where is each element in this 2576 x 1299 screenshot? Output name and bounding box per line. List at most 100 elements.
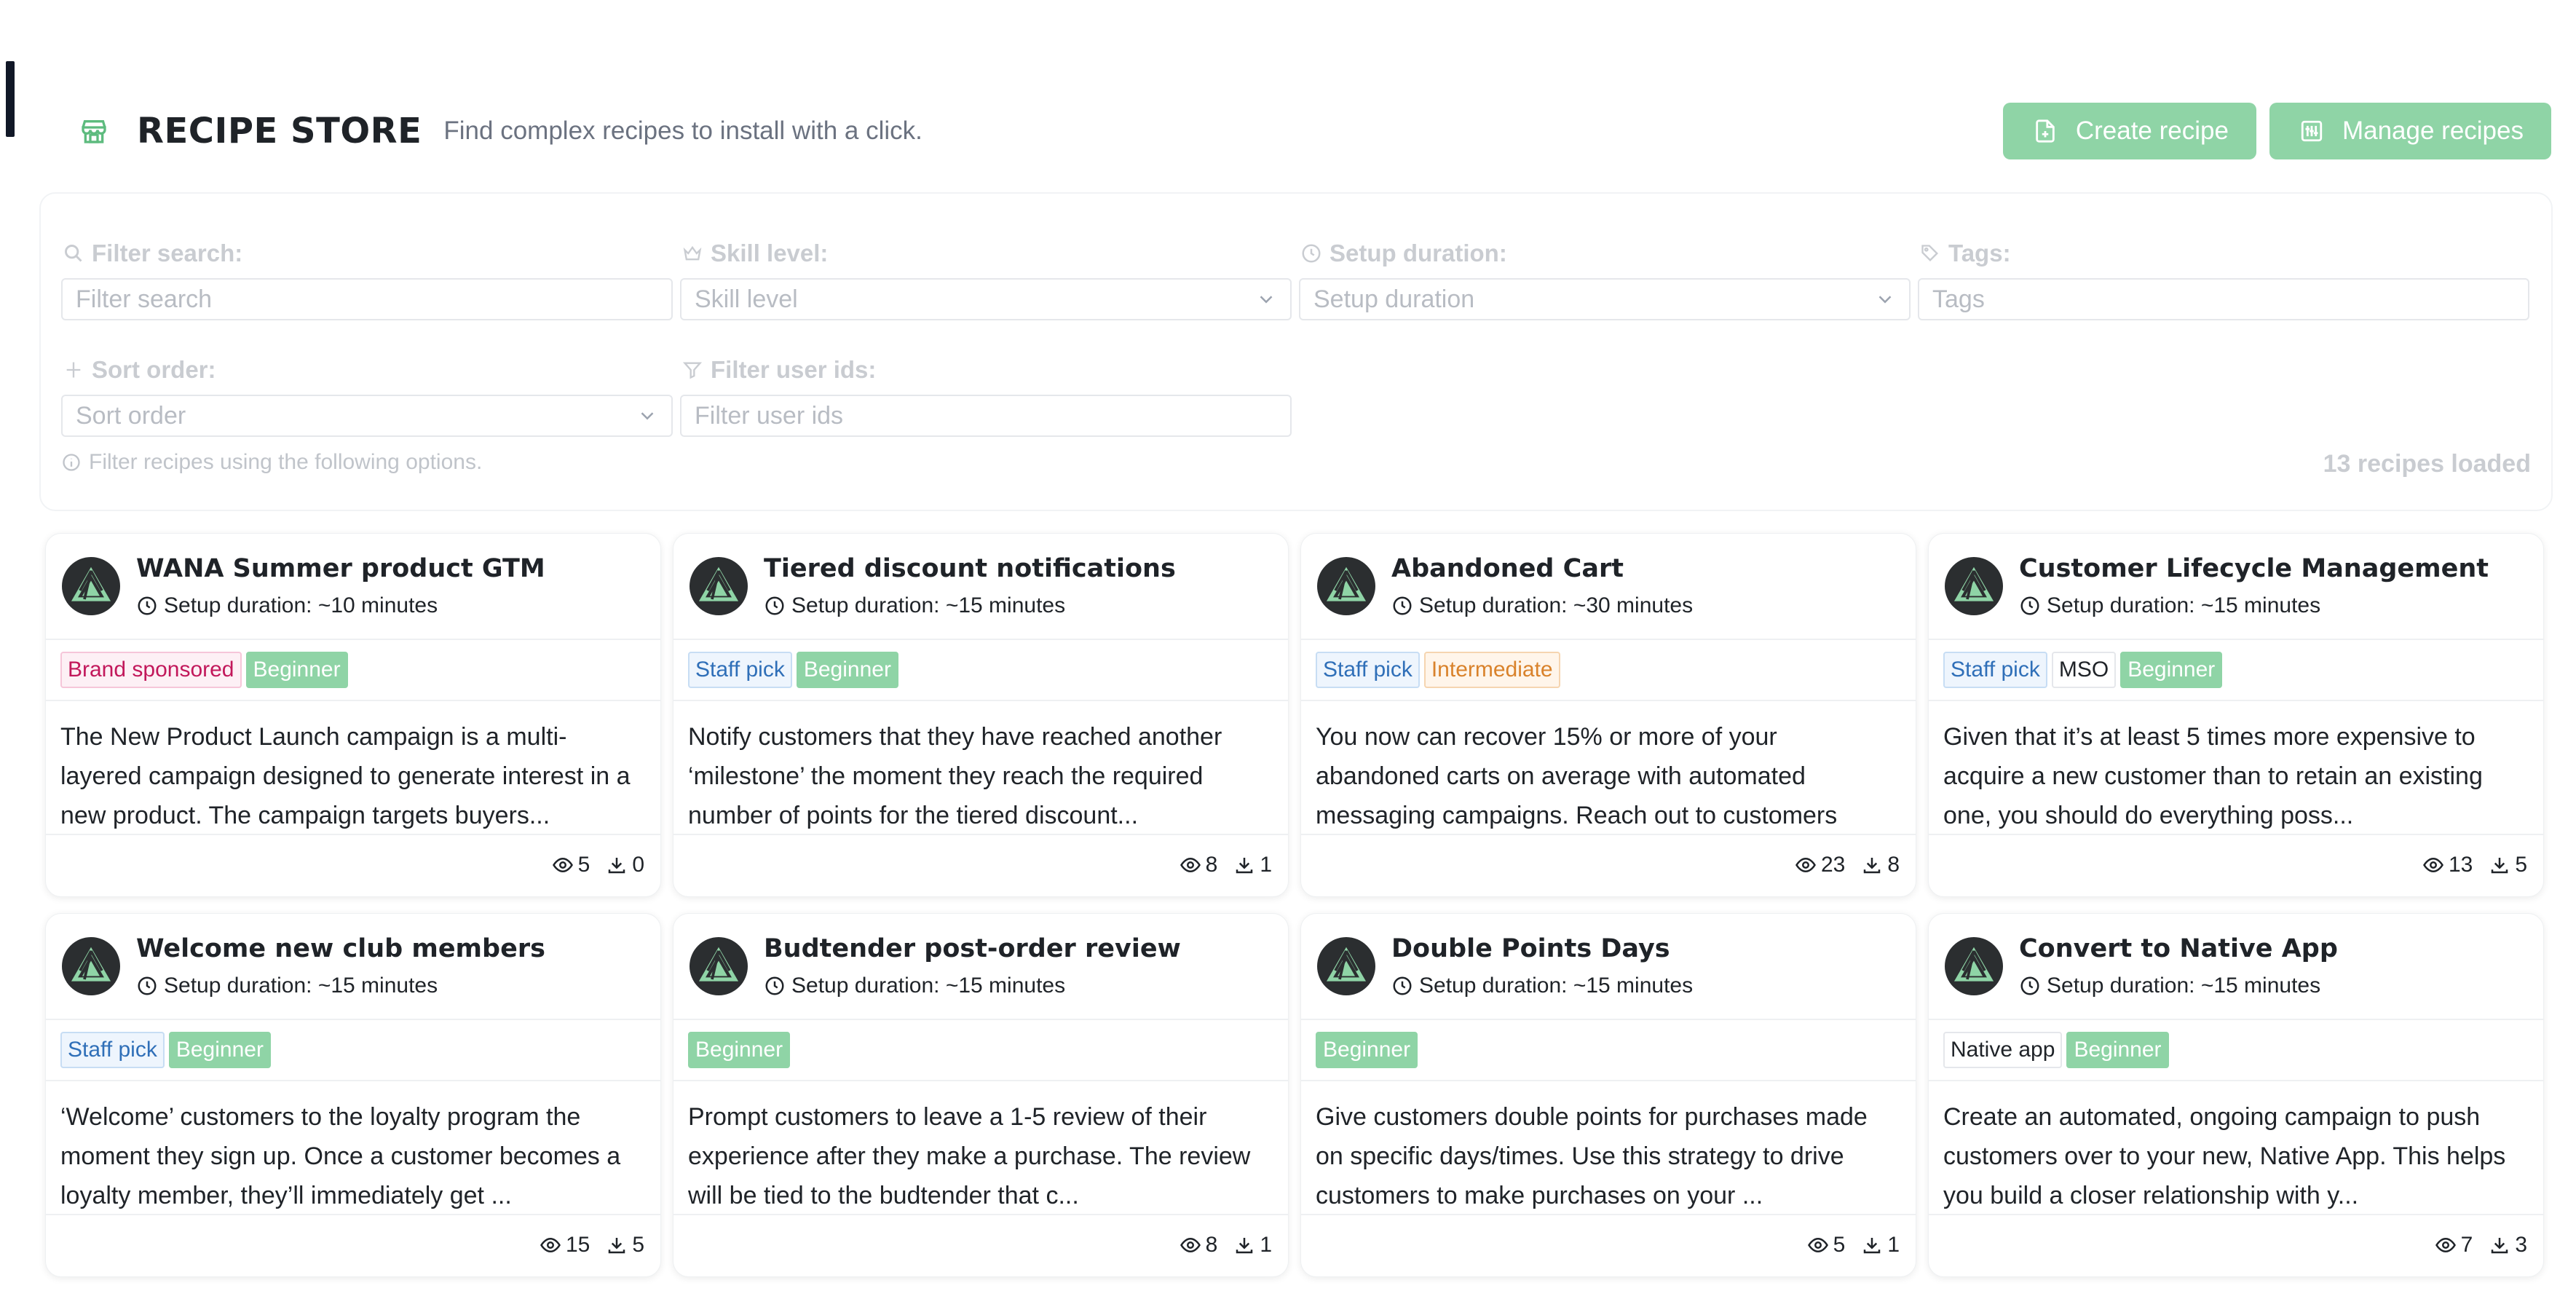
recipe-tags: Native app Beginner — [1929, 1020, 2543, 1081]
page-subtitle: Find complex recipes to install with a c… — [443, 117, 922, 145]
tag-badge: Beginner — [688, 1032, 791, 1068]
tag-badge: Staff pick — [688, 652, 792, 688]
installs-count: 5 — [606, 1233, 644, 1257]
recipe-tags: Staff pick Beginner — [673, 640, 1288, 701]
setup-duration: Setup duration: ~15 minutes — [136, 974, 545, 998]
recipe-tags: Staff pick Intermediate — [1301, 640, 1916, 701]
clock-icon — [764, 975, 786, 997]
tag-badge: Brand sponsored — [60, 652, 242, 688]
recipe-logo-icon — [62, 557, 120, 615]
recipe-card-header: WANA Summer product GTM Setup duration: … — [46, 534, 660, 640]
recipe-title: WANA Summer product GTM — [136, 554, 545, 583]
page-header: RECIPE STORE Find complex recipes to ins… — [76, 102, 2551, 160]
eye-icon — [1180, 854, 1201, 876]
tag-badge: MSO — [2051, 652, 2117, 688]
chevron-down-icon — [636, 405, 658, 427]
tag-badge: Beginner — [168, 1032, 271, 1068]
sort-order-select[interactable]: Sort order — [61, 395, 673, 437]
recipe-card-header: Abandoned Cart Setup duration: ~30 minut… — [1301, 534, 1916, 640]
recipe-card[interactable]: Abandoned Cart Setup duration: ~30 minut… — [1300, 533, 1916, 897]
recipe-stats: 5 0 — [46, 835, 660, 895]
recipe-logo-icon — [1945, 937, 2003, 995]
eye-icon — [1180, 1234, 1201, 1256]
recipe-stats: 7 3 — [1929, 1215, 2543, 1275]
manage-recipes-button[interactable]: Manage recipes — [2269, 103, 2551, 159]
skill-level-group: Skill level: Skill level — [680, 239, 1292, 320]
eye-icon — [1795, 854, 1817, 876]
recipe-card[interactable]: WANA Summer product GTM Setup duration: … — [45, 533, 661, 897]
recipe-card-header: Welcome new club members Setup duration:… — [46, 914, 660, 1020]
recipe-tags: Staff pick MSO Beginner — [1929, 640, 2543, 701]
tag-badge: Native app — [1943, 1032, 2063, 1068]
recipe-card-header: Tiered discount notifications Setup dura… — [673, 534, 1288, 640]
filter-user-ids-group: Filter user ids: Filter user ids — [680, 355, 1292, 437]
recipe-description: You now can recover 15% or more of your … — [1301, 701, 1916, 835]
download-icon — [1233, 854, 1255, 876]
download-icon — [606, 854, 628, 876]
recipe-title: Double Points Days — [1391, 934, 1670, 963]
recipe-card[interactable]: Tiered discount notifications Setup dura… — [673, 533, 1289, 897]
eye-icon — [1807, 1234, 1829, 1256]
views-count: 5 — [552, 853, 590, 877]
recipe-card[interactable]: Double Points Days Setup duration: ~15 m… — [1300, 913, 1916, 1277]
recipe-title: Tiered discount notifications — [764, 554, 1176, 583]
recipe-logo-icon — [690, 937, 748, 995]
recipe-tags: Brand sponsored Beginner — [46, 640, 660, 701]
clock-icon — [1299, 241, 1324, 266]
header-actions: Create recipe Manage recipes — [2002, 103, 2551, 159]
download-icon — [1233, 1234, 1255, 1256]
download-icon — [2489, 1234, 2510, 1256]
store-icon — [76, 113, 112, 149]
filter-search-input[interactable]: Filter search — [61, 278, 673, 320]
recipe-tags: Beginner — [1301, 1020, 1916, 1081]
tag-badge: Beginner — [1316, 1032, 1418, 1068]
setup-duration-select[interactable]: Setup duration — [1299, 278, 1911, 320]
tag-badge: Beginner — [2066, 1032, 2169, 1068]
clock-icon — [2019, 975, 2041, 997]
skill-level-select[interactable]: Skill level — [680, 278, 1292, 320]
recipe-card[interactable]: Budtender post-order review Setup durati… — [673, 913, 1289, 1277]
clock-icon — [2019, 595, 2041, 617]
recipe-stats: 23 8 — [1301, 835, 1916, 895]
filter-panel: Filter search: Filter search Skill level… — [39, 192, 2553, 511]
setup-duration-label: Setup duration: — [1330, 240, 1507, 266]
recipe-card[interactable]: Customer Lifecycle Management Setup dura… — [1928, 533, 2544, 897]
views-count: 15 — [540, 1233, 590, 1257]
setup-duration-group: Setup duration: Setup duration — [1299, 239, 1911, 320]
eye-icon — [540, 1234, 561, 1256]
setup-duration: Setup duration: ~15 minutes — [764, 974, 1181, 998]
sliders-icon — [2297, 117, 2326, 146]
tags-group: Tags: Tags — [1918, 239, 2529, 320]
tag-badge: Beginner — [2120, 652, 2223, 688]
recipe-logo-icon — [690, 557, 748, 615]
tag-badge: Intermediate — [1423, 652, 1560, 688]
views-count: 8 — [1180, 853, 1217, 877]
clock-icon — [1391, 595, 1413, 617]
clock-icon — [1391, 975, 1413, 997]
recipe-description: Give customers double points for purchas… — [1301, 1081, 1916, 1215]
clock-icon — [136, 975, 158, 997]
recipe-stats: 8 1 — [673, 1215, 1288, 1275]
recipe-card-header: Double Points Days Setup duration: ~15 m… — [1301, 914, 1916, 1020]
recipe-description: Given that it’s at least 5 times more ex… — [1929, 701, 2543, 835]
recipe-stats: 15 5 — [46, 1215, 660, 1275]
recipe-logo-icon — [62, 937, 120, 995]
recipe-stats: 13 5 — [1929, 835, 2543, 895]
left-accent-bar — [6, 61, 15, 137]
recipe-stats: 5 1 — [1301, 1215, 1916, 1275]
installs-count: 0 — [606, 853, 644, 877]
recipe-description: Notify customers that they have reached … — [673, 701, 1288, 835]
filter-search-label: Filter search: — [92, 240, 243, 266]
recipe-card[interactable]: Welcome new club members Setup duration:… — [45, 913, 661, 1277]
recipes-loaded-count: 13 recipes loaded — [2323, 450, 2531, 478]
tags-input[interactable]: Tags — [1918, 278, 2529, 320]
filter-user-ids-input[interactable]: Filter user ids — [680, 395, 1292, 437]
recipe-title: Abandoned Cart — [1391, 554, 1624, 583]
sort-order-label: Sort order: — [92, 356, 216, 383]
tags-label: Tags: — [1948, 240, 2011, 266]
recipe-card-header: Budtender post-order review Setup durati… — [673, 914, 1288, 1020]
setup-duration: Setup duration: ~30 minutes — [1391, 593, 1693, 618]
create-recipe-button[interactable]: Create recipe — [2002, 103, 2256, 159]
recipe-card[interactable]: Convert to Native App Setup duration: ~1… — [1928, 913, 2544, 1277]
setup-duration: Setup duration: ~10 minutes — [136, 593, 545, 618]
